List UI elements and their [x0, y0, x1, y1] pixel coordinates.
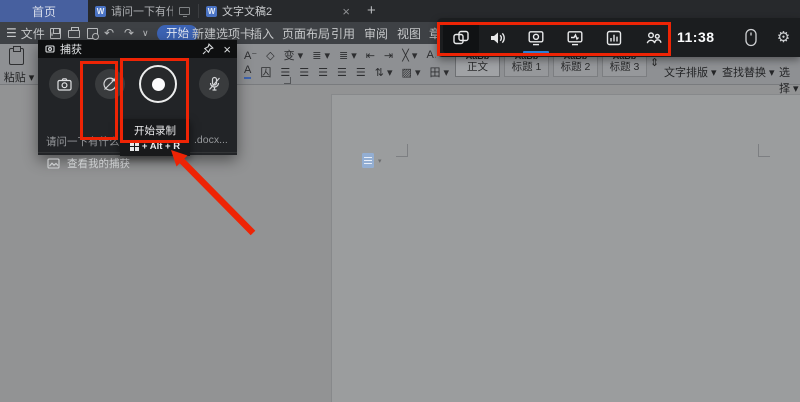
- find-replace-button[interactable]: 查找替换 ▾: [722, 64, 775, 80]
- close-icon[interactable]: ×: [223, 43, 231, 56]
- capture-widget: 捕获 × 请问一下有什么好的电 .docx...: [38, 40, 237, 155]
- page-margin-mark-right: [758, 144, 770, 157]
- select-button[interactable]: 选择 ▾: [779, 64, 800, 96]
- ribbon-tab-layout[interactable]: 页面布局: [282, 22, 330, 44]
- new-tab-button[interactable]: +: [367, 3, 376, 18]
- gamebar-clock: 11:38: [677, 29, 715, 45]
- audio-icon[interactable]: [486, 27, 507, 48]
- document-page[interactable]: [331, 94, 800, 402]
- ribbon-tab-ref[interactable]: 引用: [331, 22, 355, 44]
- shading-icon[interactable]: ▨ ▾: [402, 66, 421, 79]
- capture-widget-titlebar[interactable]: 捕获 ×: [38, 40, 237, 58]
- performance-icon[interactable]: [564, 27, 585, 48]
- paste-options-chip[interactable]: [362, 153, 374, 168]
- start-recording-button[interactable]: [139, 65, 177, 103]
- align-justify-icon[interactable]: ☰: [337, 66, 347, 79]
- char-border-icon[interactable]: 囚: [260, 64, 271, 80]
- sort-icon[interactable]: A↓: [426, 49, 436, 61]
- numbered-list-icon[interactable]: ≣ ▾: [339, 49, 357, 62]
- active-widget-indicator: [523, 51, 549, 54]
- microphone-toggle-button[interactable]: [199, 69, 229, 99]
- record-last-button[interactable]: [95, 69, 125, 99]
- shrink-font-icon[interactable]: A⁻: [244, 49, 257, 62]
- align-right-icon[interactable]: ☰: [318, 66, 328, 79]
- save-icon: [50, 28, 61, 39]
- widgets-menu-icon[interactable]: [450, 27, 471, 48]
- record-last-disabled-icon: [102, 76, 118, 92]
- ribbon-paragraph-tools[interactable]: A 囚 ☰ ☰ ☰ ☰ ☰ ⇅ ▾ ▨ ▾ 田 ▾: [244, 64, 449, 80]
- wps-writer-icon: W: [206, 6, 217, 17]
- wps-writer-icon: W: [95, 6, 106, 17]
- tab-close-icon[interactable]: ×: [342, 5, 350, 18]
- text-layout-button[interactable]: 文字排版 ▾: [664, 64, 717, 80]
- align-distribute-icon[interactable]: ☰: [356, 66, 366, 79]
- mouse-icon[interactable]: [740, 27, 761, 48]
- print-preview-icon: [87, 28, 98, 39]
- line-spacing-icon[interactable]: ⇅ ▾: [375, 66, 393, 79]
- dialog-launcher-icon[interactable]: [284, 77, 291, 84]
- bullet-list-icon[interactable]: ≣ ▾: [312, 49, 330, 62]
- ribbon-tab-review[interactable]: 审阅: [364, 22, 388, 44]
- screen-share-icon: [179, 7, 190, 15]
- tab-home[interactable]: 首页: [0, 0, 88, 22]
- capture-widget-icon: [45, 44, 55, 54]
- capture-widget-title: 捕获: [60, 41, 82, 57]
- camera-icon: [57, 78, 72, 91]
- capture-widget-body: 请问一下有什么好的电 .docx... 查看我的捕获 开始录制 + Alt + …: [38, 58, 237, 155]
- pinyin-icon[interactable]: 变 ▾: [284, 47, 304, 63]
- align-center-icon[interactable]: ☰: [299, 66, 309, 79]
- screenshot-button[interactable]: [49, 69, 79, 99]
- windows-logo-icon: [130, 142, 139, 151]
- game-bar-toolbar: 11:38 ⚙: [437, 18, 800, 57]
- microphone-off-icon: [207, 76, 222, 92]
- gamebar-settings-icon[interactable]: ⚙: [773, 27, 794, 48]
- print-icon: [68, 30, 80, 38]
- resources-icon[interactable]: [603, 27, 624, 48]
- ribbon-font-tools[interactable]: A⁻ ◇ 变 ▾ ≣ ▾ ≣ ▾ ⇤ ⇥ ╳ ▾ A↓ ↵ ▾: [244, 47, 436, 63]
- tab-active-doc[interactable]: W 文字文稿2 ×: [206, 0, 356, 22]
- ribbon-tab-insert[interactable]: 插入: [250, 22, 274, 44]
- font-color-icon[interactable]: A: [244, 65, 251, 79]
- char-scale-icon[interactable]: ╳ ▾: [402, 49, 417, 62]
- tab-separator: [198, 4, 199, 18]
- ribbon-tab-view[interactable]: 视图: [397, 22, 421, 44]
- capture-icon[interactable]: [525, 27, 546, 48]
- increase-indent-icon[interactable]: ⇥: [384, 49, 393, 62]
- tab-question-doc[interactable]: W 请问一下有什...录屏软件吗?: [95, 0, 198, 22]
- gallery-icon: [47, 158, 60, 169]
- start-recording-tooltip: 开始录制 + Alt + R: [120, 119, 190, 156]
- style-gallery-more-icon[interactable]: ⇕: [650, 56, 659, 69]
- pin-icon[interactable]: [202, 43, 214, 55]
- borders-icon[interactable]: 田 ▾: [430, 64, 450, 80]
- capture-source-ext: .docx...: [194, 134, 228, 146]
- page-margin-mark-left: [396, 144, 408, 157]
- decrease-indent-icon[interactable]: ⇤: [366, 49, 375, 62]
- paste-icon: [9, 48, 24, 65]
- record-dot-icon: [152, 78, 165, 91]
- clear-format-icon[interactable]: ◇: [266, 49, 274, 62]
- hamburger-icon: ☰: [6, 26, 17, 40]
- chevron-down-icon[interactable]: ▾: [378, 157, 382, 165]
- xbox-social-icon[interactable]: [643, 27, 664, 48]
